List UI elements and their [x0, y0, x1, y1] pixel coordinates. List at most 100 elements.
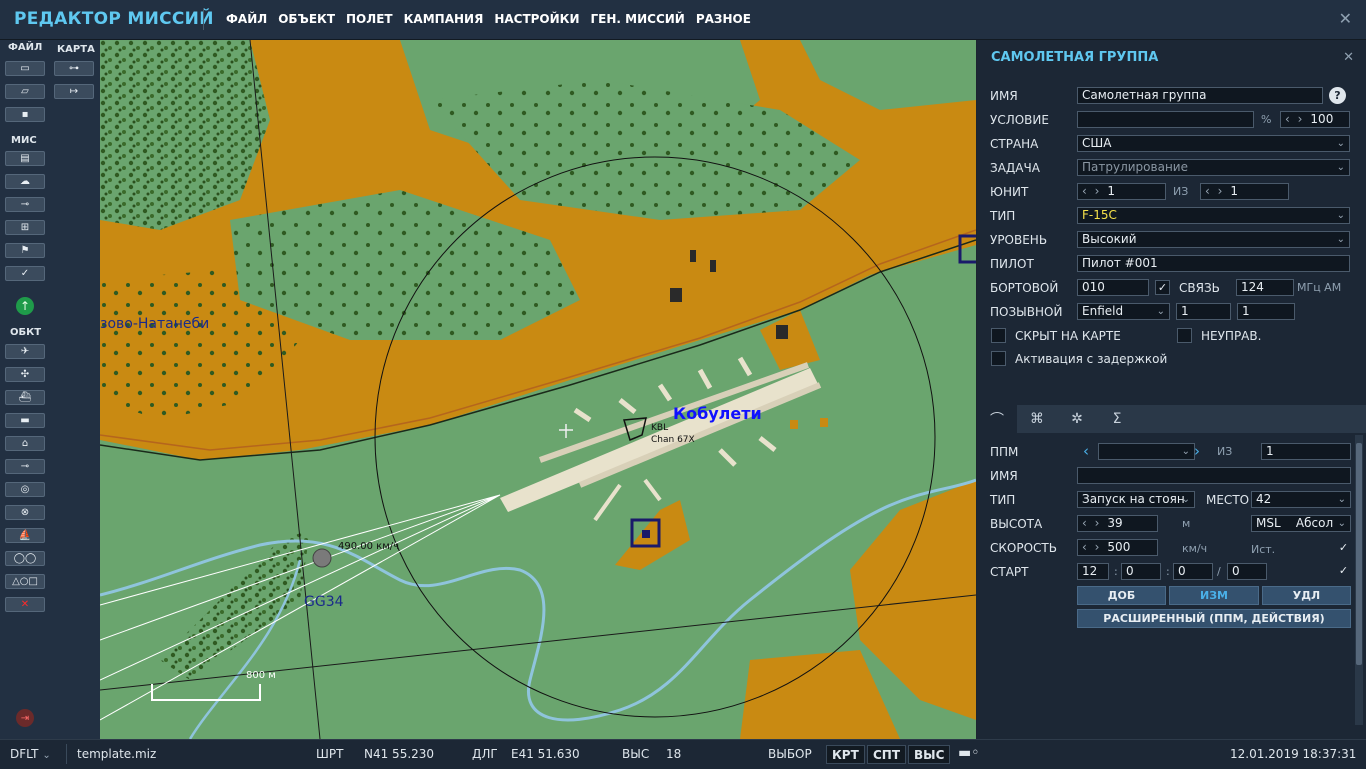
- wpt-name-field[interactable]: [1077, 467, 1351, 484]
- place-select[interactable]: 42 ⌄: [1251, 491, 1351, 508]
- skill-value: Высокий: [1082, 232, 1137, 246]
- probability-field[interactable]: ‹ › 100: [1280, 111, 1350, 128]
- target-icon[interactable]: ⊞: [5, 220, 45, 235]
- altitude-mode-button[interactable]: ВЫС: [908, 745, 951, 764]
- callsign-number-2[interactable]: 1: [1237, 303, 1295, 320]
- panel-scrollbar[interactable]: [1355, 435, 1363, 725]
- new-file-icon[interactable]: ▭: [5, 61, 45, 76]
- link-icon[interactable]: ▬◦: [958, 745, 980, 761]
- menu-mission-generator[interactable]: ГЕН. МИССИЙ: [591, 12, 685, 26]
- callsign-number-1[interactable]: 1: [1176, 303, 1231, 320]
- pilot-field[interactable]: Пилот #001: [1077, 255, 1350, 272]
- time-separator: :: [1166, 565, 1170, 578]
- wpt-next-icon[interactable]: ›: [1194, 442, 1200, 460]
- scrollbar-thumb[interactable]: [1356, 443, 1362, 665]
- name-field[interactable]: Самолетная группа: [1077, 87, 1323, 104]
- condition-field[interactable]: [1077, 111, 1254, 128]
- tank-icon[interactable]: ⌂: [5, 436, 45, 451]
- satellite-mode-button[interactable]: СПТ: [867, 745, 907, 764]
- type-value: F-15C: [1082, 208, 1117, 222]
- exit-icon[interactable]: ⇥: [16, 709, 34, 727]
- briefing-icon[interactable]: ▤: [5, 151, 45, 166]
- tab-loadout-icon[interactable]: ✲: [1057, 405, 1097, 433]
- flag-icon[interactable]: ⚑: [5, 243, 45, 258]
- delete-waypoint-button[interactable]: УДЛ: [1262, 586, 1351, 605]
- weather-cloud-icon[interactable]: ☁: [5, 174, 45, 189]
- wpt-label: ППМ: [990, 445, 1019, 459]
- unit-of-stepper[interactable]: ‹ › 1: [1200, 183, 1289, 200]
- static-object-icon[interactable]: ⊸: [5, 459, 45, 474]
- edit-waypoint-button[interactable]: ИЗМ: [1169, 586, 1259, 605]
- late-activation-checkbox[interactable]: [991, 351, 1006, 366]
- stepper-arrows-icon[interactable]: ‹ ›: [1082, 540, 1101, 554]
- ground-vehicle-icon[interactable]: ▬: [5, 413, 45, 428]
- map-mode-button[interactable]: КРТ: [826, 745, 865, 764]
- wpt-type-select[interactable]: Запуск на стоян ⌄: [1077, 491, 1195, 508]
- open-folder-icon[interactable]: ▱: [5, 84, 45, 99]
- callsign-select[interactable]: Enfield ⌄: [1077, 303, 1170, 320]
- help-icon[interactable]: ?: [1329, 87, 1346, 104]
- window-close-icon[interactable]: ✕: [1339, 9, 1352, 28]
- speed-stepper[interactable]: ‹ › 500: [1077, 539, 1158, 556]
- add-waypoint-button[interactable]: ДОБ: [1077, 586, 1166, 605]
- wpt-select[interactable]: ⌄: [1098, 443, 1195, 460]
- tail-number-checkbox[interactable]: ✓: [1155, 280, 1170, 295]
- start-second-field[interactable]: 0: [1227, 563, 1267, 580]
- town-label: зово-Натанеби: [100, 316, 209, 332]
- menu-settings[interactable]: НАСТРОЙКИ: [494, 12, 579, 26]
- delete-icon[interactable]: ✕: [5, 597, 45, 612]
- tab-route-icon[interactable]: ⌒: [977, 405, 1017, 433]
- wpt-prev-icon[interactable]: ‹: [1083, 442, 1089, 460]
- uncontrolled-checkbox[interactable]: [1177, 328, 1192, 343]
- template-icon[interactable]: ◯◯: [5, 551, 45, 566]
- type-select[interactable]: F-15C ⌄: [1077, 207, 1350, 224]
- wpt-count-field: 1: [1261, 443, 1351, 460]
- menu-object[interactable]: ОБЪЕКТ: [278, 12, 335, 26]
- menu-file[interactable]: ФАЙЛ: [226, 12, 267, 26]
- aircraft-icon[interactable]: ✈: [5, 344, 45, 359]
- map-view[interactable]: зово-Натанеби Кобулети KBL Chan 67X 490.…: [100, 40, 976, 739]
- shapes-icon[interactable]: △○□: [5, 574, 45, 589]
- helicopter-icon[interactable]: ✣: [5, 367, 45, 382]
- advanced-actions-button[interactable]: РАСШИРЕННЫЙ (ППМ, ДЕЙСТВИЯ): [1077, 609, 1351, 628]
- aircraft-group-icon: [312, 548, 332, 568]
- probability-value: 100: [1310, 112, 1334, 126]
- skill-select[interactable]: Высокий ⌄: [1077, 231, 1350, 248]
- hidden-on-map-checkbox[interactable]: [991, 328, 1006, 343]
- est-checkbox[interactable]: ✓: [1336, 541, 1351, 556]
- map-canvas[interactable]: зово-Натанеби Кобулети KBL Chan 67X 490.…: [100, 40, 976, 739]
- boat-icon[interactable]: ⛵: [5, 528, 45, 543]
- check-icon[interactable]: ✓: [5, 266, 45, 281]
- close-circle-icon[interactable]: ⊗: [5, 505, 45, 520]
- altitude-ref-select[interactable]: MSL Абсол ⌄: [1251, 515, 1351, 532]
- menu-campaign[interactable]: КАМПАНИЯ: [404, 12, 484, 26]
- navpoint-icon[interactable]: ◎: [5, 482, 45, 497]
- stepper-arrows-icon[interactable]: ‹ ›: [1205, 184, 1224, 198]
- up-arrow-icon[interactable]: ↑: [16, 297, 34, 315]
- menu-misc[interactable]: РАЗНОЕ: [696, 12, 751, 26]
- ruler-icon[interactable]: ↦: [54, 84, 94, 99]
- start-hour-field[interactable]: 0: [1121, 563, 1161, 580]
- country-select[interactable]: США ⌄: [1077, 135, 1350, 152]
- start-day-field[interactable]: 12: [1077, 563, 1109, 580]
- tab-payload-icon[interactable]: ⌘: [1017, 405, 1057, 433]
- menu-flight[interactable]: ПОЛЕТ: [346, 12, 393, 26]
- start-checkbox[interactable]: ✓: [1336, 564, 1351, 579]
- profile-select[interactable]: DFLT ⌄: [10, 747, 51, 761]
- stepper-arrows-icon[interactable]: ‹ ›: [1082, 184, 1101, 198]
- speed-unit-label: км/ч: [1182, 542, 1208, 555]
- trigger-zone-icon[interactable]: ⊸: [5, 197, 45, 212]
- save-icon[interactable]: ▪: [5, 107, 45, 122]
- ship-icon[interactable]: ⛴: [5, 390, 45, 405]
- key-icon[interactable]: ⊶: [54, 61, 94, 76]
- panel-close-icon[interactable]: ✕: [1343, 50, 1354, 65]
- task-select[interactable]: Патрулирование ⌄: [1077, 159, 1350, 176]
- tail-number-field[interactable]: 010: [1077, 279, 1149, 296]
- tab-summary-icon[interactable]: Σ: [1097, 405, 1137, 433]
- frequency-field[interactable]: 124: [1236, 279, 1294, 296]
- stepper-arrows-icon[interactable]: ‹ ›: [1285, 112, 1304, 126]
- altitude-stepper[interactable]: ‹ › 39: [1077, 515, 1158, 532]
- stepper-arrows-icon[interactable]: ‹ ›: [1082, 516, 1101, 530]
- unit-stepper[interactable]: ‹ › 1: [1077, 183, 1166, 200]
- start-minute-field[interactable]: 0: [1173, 563, 1213, 580]
